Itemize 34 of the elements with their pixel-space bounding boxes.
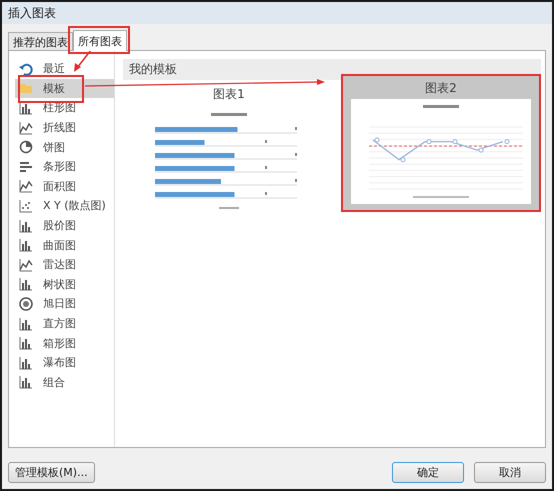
column-chart-icon <box>19 100 33 115</box>
scatter-chart-icon <box>19 198 33 213</box>
sidebar-item[interactable]: 折线图 <box>15 118 114 138</box>
tab[interactable]: 所有图表 <box>73 30 127 51</box>
folder-icon <box>19 81 33 96</box>
sidebar-item[interactable]: 箱形图 <box>15 333 114 353</box>
annotation-arrow <box>74 50 92 72</box>
chart-template[interactable]: 图表2 <box>341 74 541 212</box>
sidebar-item[interactable]: X Y (散点图) <box>15 196 114 216</box>
bar-chart-icon <box>19 160 33 174</box>
sidebar-item[interactable]: 曲面图 <box>15 235 114 255</box>
sidebar-item[interactable]: 饼图 <box>15 137 114 157</box>
sidebar-item[interactable]: 模板 <box>15 78 114 98</box>
sidebar-item[interactable]: 面积图 <box>15 176 114 196</box>
sidebar-item[interactable]: 树状图 <box>15 274 114 294</box>
sidebar-item[interactable]: 旭日图 <box>15 294 114 314</box>
sidebar-item[interactable]: 直方图 <box>15 314 114 334</box>
highlight-frame <box>68 26 130 54</box>
line-chart-icon <box>19 120 33 135</box>
chart-template[interactable]: 图表1 <box>139 80 319 223</box>
window-title: 插入图表 <box>8 4 56 22</box>
ok-button[interactable]: 确定 <box>392 462 464 483</box>
sidebar-item[interactable]: 条形图 <box>15 156 114 177</box>
sidebar-item[interactable]: 组合 <box>15 372 114 392</box>
tab[interactable]: 推荐的图表 <box>8 32 73 50</box>
manage-templates-button[interactable]: 管理模板(M)... <box>8 462 95 483</box>
sidebar-item[interactable]: 雷达图 <box>15 254 114 275</box>
pie-chart-icon <box>19 140 33 154</box>
sidebar-item[interactable]: 股价图 <box>15 216 114 236</box>
undo-arrow-icon <box>19 62 33 76</box>
sidebar-item[interactable]: 最近 <box>15 59 114 79</box>
sidebar-item[interactable]: 瀑布图 <box>15 352 114 372</box>
highlight-frame <box>18 75 84 103</box>
cancel-button[interactable]: 取消 <box>474 462 546 483</box>
